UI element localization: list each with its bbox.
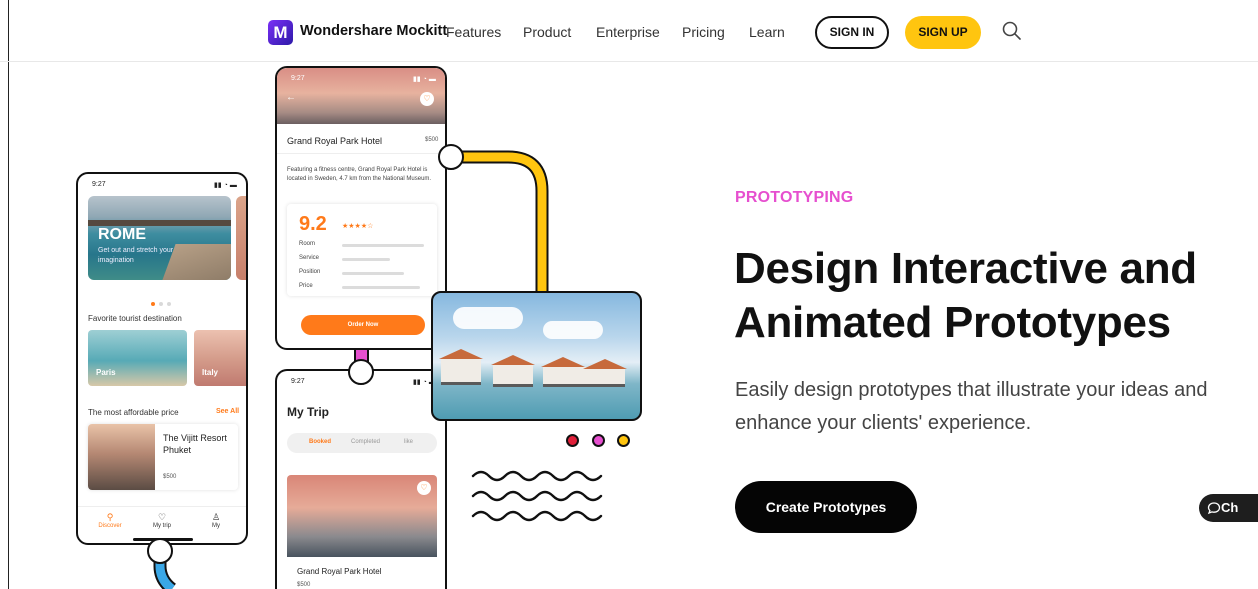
phone-hotel-screen: 9:27 ▮▮ ◔ ▬ ← ♡ Grand Royal Park Hotel $…: [275, 66, 447, 350]
segment-booked[interactable]: Booked: [309, 439, 331, 445]
hero-title: Design Interactive and Animated Prototyp…: [734, 244, 1197, 347]
search-icon: ⚲: [106, 512, 114, 522]
rating-label-position: Position: [299, 269, 321, 275]
hero-description: Easily design prototypes that illustrate…: [735, 379, 1208, 434]
destination-label: Italy: [202, 368, 219, 377]
bottom-tab-bar: ⚲ Discover ♡ My trip ♙ My: [78, 506, 246, 536]
chat-label: Ch: [1221, 500, 1239, 515]
resort-photo-card: [431, 291, 642, 421]
tab-discover[interactable]: ⚲ Discover: [90, 511, 130, 529]
destination-label: Paris: [96, 368, 116, 377]
affordable-heading: The most affordable price: [88, 408, 179, 417]
divider: [277, 153, 445, 154]
sign-in-button[interactable]: SIGN IN: [815, 16, 889, 49]
connector-ring: [348, 359, 374, 385]
rating-label-service: Service: [299, 255, 320, 261]
resort-price: $500: [163, 474, 177, 480]
create-prototypes-button[interactable]: Create Prototypes: [735, 481, 917, 533]
color-dot-pink: [592, 434, 605, 447]
hotel-description: Featuring a fitness centre, Grand Royal …: [287, 167, 432, 182]
trip-hotel-image[interactable]: [287, 475, 437, 557]
heart-icon[interactable]: ♡: [420, 92, 434, 106]
roof-shape: [541, 357, 585, 367]
back-arrow-icon[interactable]: ←: [286, 92, 296, 103]
tab-my[interactable]: ♙ My: [196, 511, 236, 529]
hotel-name: Grand Royal Park Hotel: [287, 136, 383, 146]
rating-label-price: Price: [299, 283, 313, 289]
rating-bar: [342, 258, 390, 261]
building-shape: [493, 365, 533, 387]
order-now-button[interactable]: Order Now: [301, 315, 425, 335]
hotel-price: $500: [425, 137, 439, 143]
roof-shape: [583, 359, 627, 369]
rating-label-room: Room: [299, 241, 316, 247]
cloud-shape: [543, 321, 603, 339]
trip-hotel-price: $500: [297, 582, 311, 588]
chat-button[interactable]: Ch: [1199, 494, 1258, 522]
trip-hotel-name: Grand Royal Park Hotel: [297, 567, 382, 576]
rating-bar: [342, 272, 404, 275]
tab-label: My trip: [153, 523, 171, 529]
wave-lines: [471, 470, 603, 522]
tab-my-trip[interactable]: ♡ My trip: [142, 511, 182, 529]
search-icon[interactable]: [1000, 20, 1022, 42]
section-eyebrow: PROTOTYPING: [735, 189, 854, 206]
phone-trip-screen: 9:27 ▮▮ ◔ ▬ My Trip Booked Completed lik…: [275, 369, 447, 589]
status-time: 9:27: [291, 378, 305, 385]
hero-city-tagline: Get out and stretch your imagination: [98, 247, 174, 264]
see-all-link[interactable]: See All: [216, 408, 239, 415]
segment-completed[interactable]: Completed: [351, 439, 380, 445]
building-shape: [441, 359, 481, 385]
roof-shape: [439, 349, 483, 359]
next-hero-peek: [236, 196, 246, 280]
status-icons: ▮▮ ◔ ▬: [214, 182, 237, 189]
tab-label: Discover: [98, 523, 122, 529]
tab-label: My: [212, 523, 220, 529]
status-time: 9:27: [92, 181, 106, 188]
rating-stars: ★★★★☆: [342, 223, 374, 230]
favorites-heading: Favorite tourist destination: [88, 314, 182, 323]
destination-card-italy[interactable]: Italy: [194, 330, 246, 386]
segment-like[interactable]: like: [404, 439, 413, 445]
rating-score: 9.2: [299, 213, 327, 235]
trip-segmented-control: Booked Completed like: [287, 433, 437, 453]
building-shape: [585, 369, 625, 387]
connector-ring: [438, 144, 464, 170]
roof-shape: [491, 355, 535, 365]
nav-link-learn[interactable]: Learn: [749, 24, 785, 40]
destination-card-paris[interactable]: Paris: [88, 330, 187, 386]
resort-thumbnail: [88, 424, 155, 490]
resort-name: The Vijitt Resort Phuket: [163, 433, 227, 455]
chat-bubble-icon: [1207, 502, 1221, 515]
carousel-dots[interactable]: [151, 293, 175, 311]
connector-ring: [147, 538, 173, 564]
my-trip-title: My Trip: [287, 405, 330, 419]
status-icons: ▮▮ ◔ ▬: [413, 76, 436, 83]
user-icon: ♙: [211, 512, 221, 522]
sign-up-button[interactable]: SIGN UP: [905, 16, 981, 49]
status-time: 9:27: [291, 75, 305, 82]
phone-discover-screen: 9:27 ▮▮ ◔ ▬ ROME Get out and stretch you…: [76, 172, 248, 545]
color-dot-yellow: [617, 434, 630, 447]
cloud-shape: [453, 307, 523, 329]
rating-bar: [342, 244, 424, 247]
resort-card[interactable]: The Vijitt Resort Phuket $500: [88, 424, 238, 490]
heart-icon: ♡: [157, 512, 167, 522]
color-dot-red: [566, 434, 579, 447]
hero-city-name: ROME: [98, 226, 146, 243]
rating-bar: [342, 286, 420, 289]
building-shape: [543, 367, 589, 387]
heart-icon[interactable]: ♡: [417, 481, 431, 495]
rating-card: 9.2 ★★★★☆ Room Service Position Price: [287, 204, 437, 296]
